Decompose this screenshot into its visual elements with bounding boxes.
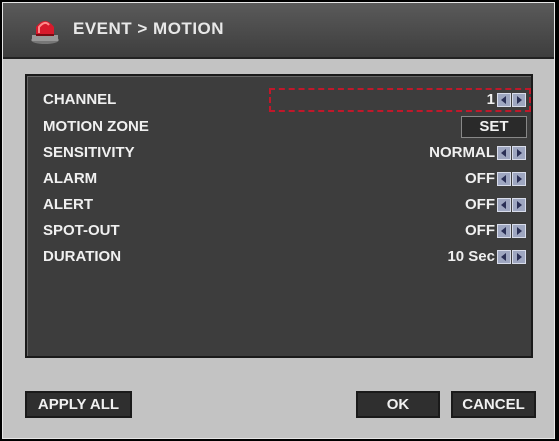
alarm-row[interactable]: ALARM OFF [27,168,531,192]
title-bar: EVENT > MOTION [3,3,554,59]
cancel-button[interactable]: CANCEL [451,391,536,418]
channel-value: 1 [486,91,495,108]
duration-label: DURATION [43,248,122,265]
duration-value: 10 Sec [447,248,495,265]
apply-all-button[interactable]: APPLY ALL [25,391,132,418]
settings-panel: CHANNEL 1 MOTION ZONE SET SENSITIVITY NO… [25,74,533,358]
sensitivity-next-arrow-icon[interactable] [512,146,526,160]
spot-out-arrows [497,224,527,240]
channel-arrows [497,93,527,109]
sensitivity-row[interactable]: SENSITIVITY NORMAL [27,142,531,166]
duration-next-arrow-icon[interactable] [512,250,526,264]
sensitivity-label: SENSITIVITY [43,144,135,161]
alarm-value: OFF [465,170,495,187]
spot-out-value: OFF [465,222,495,239]
alarm-light-icon [29,15,61,45]
alert-value: OFF [465,196,495,213]
alarm-next-arrow-icon[interactable] [512,172,526,186]
alarm-arrows [497,172,527,188]
motion-zone-label: MOTION ZONE [43,118,149,135]
channel-label: CHANNEL [43,91,117,108]
alert-label: ALERT [43,196,93,213]
sensitivity-arrows [497,146,527,162]
channel-next-arrow-icon[interactable] [512,93,526,107]
alert-arrows [497,198,527,214]
duration-row[interactable]: DURATION 10 Sec [27,246,531,270]
sensitivity-value: NORMAL [429,144,495,161]
sensitivity-prev-arrow-icon[interactable] [497,146,511,160]
duration-prev-arrow-icon[interactable] [497,250,511,264]
alarm-prev-arrow-icon[interactable] [497,172,511,186]
channel-prev-arrow-icon[interactable] [497,93,511,107]
alert-next-arrow-icon[interactable] [512,198,526,212]
motion-dialog: EVENT > MOTION CHANNEL 1 MOTION ZONE SET… [2,2,555,439]
alert-row[interactable]: ALERT OFF [27,194,531,218]
ok-button[interactable]: OK [356,391,440,418]
alert-prev-arrow-icon[interactable] [497,198,511,212]
spot-out-prev-arrow-icon[interactable] [497,224,511,238]
spot-out-row[interactable]: SPOT-OUT OFF [27,220,531,244]
motion-zone-set-button[interactable]: SET [461,116,527,138]
spot-out-label: SPOT-OUT [43,222,120,239]
alarm-label: ALARM [43,170,98,187]
channel-row[interactable]: CHANNEL 1 [27,88,531,113]
duration-arrows [497,250,527,266]
page-title: EVENT > MOTION [73,19,225,38]
spot-out-next-arrow-icon[interactable] [512,224,526,238]
motion-zone-row: MOTION ZONE SET [27,116,531,140]
